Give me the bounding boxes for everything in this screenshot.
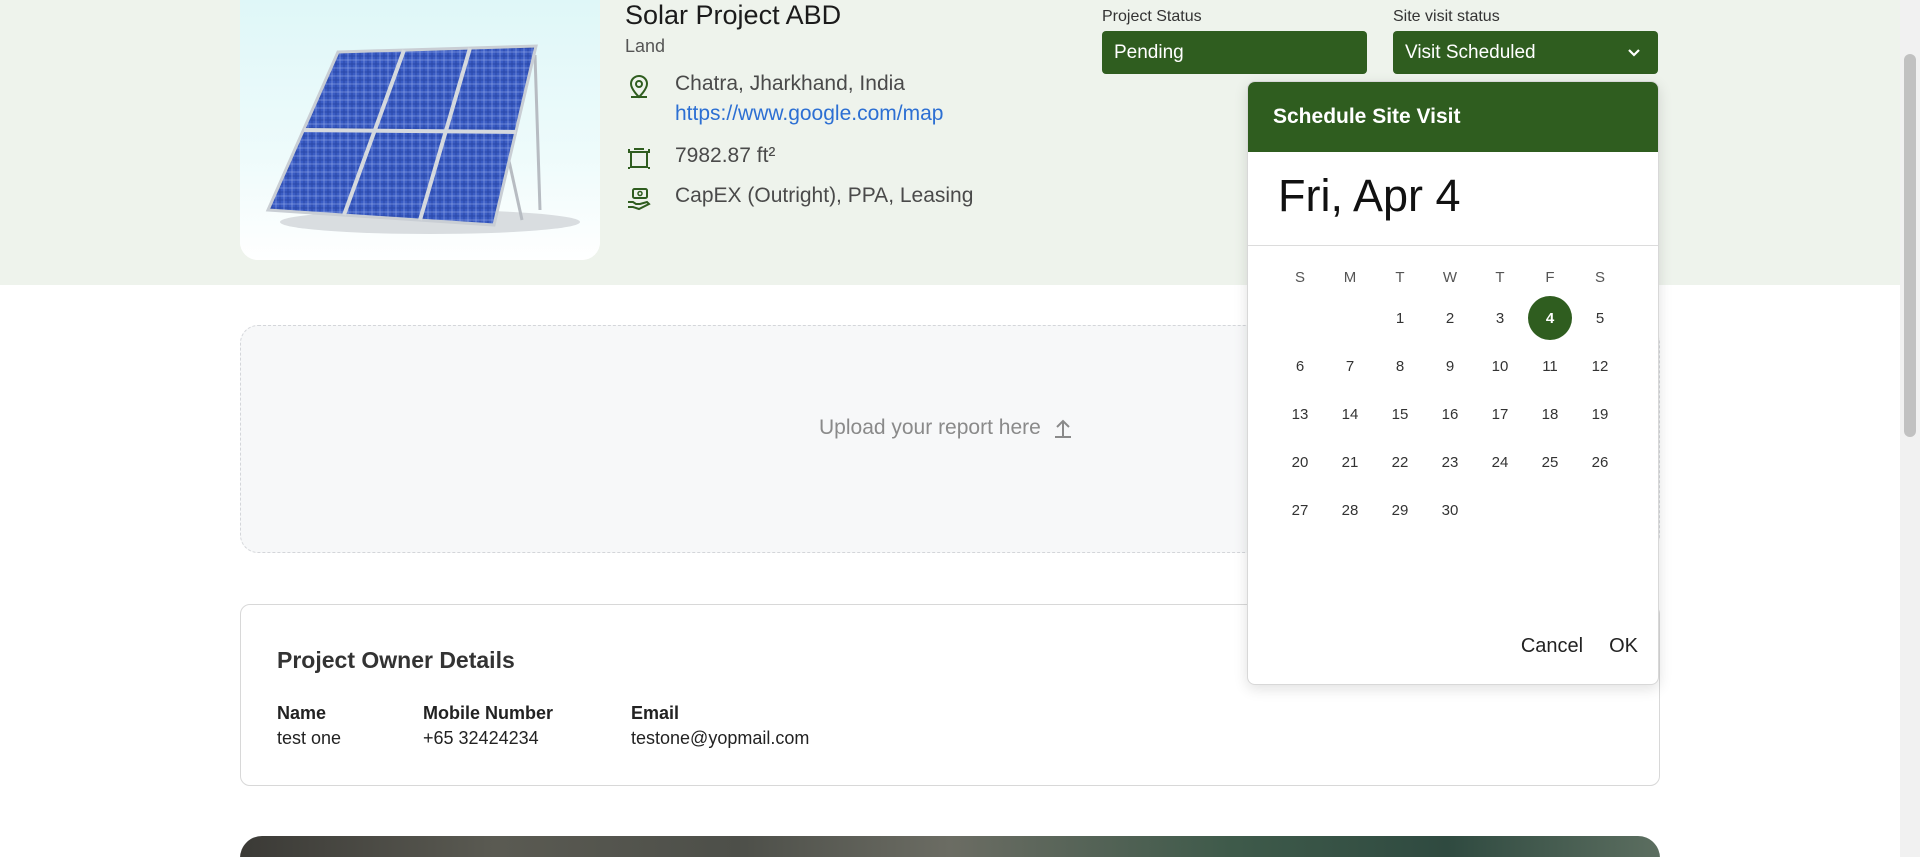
upload-arrow-icon <box>1054 419 1071 438</box>
calendar-empty-cell <box>1325 296 1375 340</box>
calendar-week-row: 12345 <box>1248 294 1658 342</box>
calendar-day[interactable]: 7 <box>1325 344 1375 388</box>
owner-mobile-value: +65 32424234 <box>423 728 539 748</box>
owner-email-field: Email testone@yopmail.com <box>631 703 809 749</box>
ok-button[interactable]: OK <box>1609 635 1638 658</box>
satellite-map[interactable] <box>240 836 1660 857</box>
calendar-day[interactable]: 6 <box>1275 344 1325 388</box>
selected-date-display: Fri, Apr 4 <box>1248 152 1658 246</box>
calendar-day[interactable]: 26 <box>1575 440 1625 484</box>
chevron-down-icon <box>1628 49 1640 57</box>
financing-text: CapEX (Outright), PPA, Leasing <box>675 184 974 207</box>
owner-name-value: test one <box>277 728 342 748</box>
calendar-day[interactable]: 8 <box>1375 344 1425 388</box>
dialog-title: Schedule Site Visit <box>1248 82 1658 152</box>
calendar-day[interactable]: 27 <box>1275 488 1325 532</box>
calendar-day[interactable]: 16 <box>1425 392 1475 436</box>
calendar-day-selected[interactable]: 4 <box>1528 296 1572 340</box>
owner-name-field: Name test one <box>277 703 341 749</box>
weekday-label: T <box>1395 269 1405 286</box>
location-text: Chatra, Jharkhand, India <box>675 72 905 95</box>
owner-mobile-field: Mobile Number +65 32424234 <box>423 703 553 749</box>
weekday-label: F <box>1545 269 1555 286</box>
calendar-day[interactable]: 1 <box>1375 296 1425 340</box>
upload-label: Upload your report here <box>819 416 1041 439</box>
calendar-day[interactable]: 5 <box>1575 296 1625 340</box>
calendar-day[interactable]: 22 <box>1375 440 1425 484</box>
calendar-week-row: 6 7 8 9 10 11 12 <box>1248 342 1658 390</box>
project-status-label: Project Status <box>1102 8 1202 25</box>
cancel-button[interactable]: Cancel <box>1521 635 1583 658</box>
map-link[interactable]: https://www.google.com/map <box>675 99 943 129</box>
calendar-day[interactable]: 12 <box>1575 344 1625 388</box>
calendar-week-row: 27 28 29 30 <box>1248 486 1658 534</box>
calendar-day[interactable]: 30 <box>1425 488 1475 532</box>
calendar-week-row: 20 21 22 23 24 25 26 <box>1248 438 1658 486</box>
weekday-label: M <box>1343 269 1357 286</box>
calendar-day[interactable]: 11 <box>1525 344 1575 388</box>
project-status-select[interactable]: Pending <box>1102 31 1367 74</box>
project-title: Solar Project ABD <box>625 0 842 30</box>
calendar-day[interactable]: 29 <box>1375 488 1425 532</box>
calendar-empty-cell <box>1475 488 1525 532</box>
weekday-label: S <box>1294 269 1305 286</box>
calendar-day[interactable]: 23 <box>1425 440 1475 484</box>
calendar-week-row: 13 14 15 16 17 18 19 <box>1248 390 1658 438</box>
calendar-day[interactable]: 25 <box>1525 440 1575 484</box>
calendar-day[interactable]: 24 <box>1475 440 1525 484</box>
area-text: 7982.87 ft² <box>675 144 776 167</box>
site-visit-status-select[interactable]: Visit Scheduled <box>1393 31 1658 74</box>
calendar-day[interactable]: 14 <box>1325 392 1375 436</box>
site-visit-status-label: Site visit status <box>1393 8 1500 25</box>
schedule-site-visit-dialog: Schedule Site Visit Fri, Apr 4 S M T W T F S 1… <box>1247 81 1659 685</box>
site-visit-status-value: Visit Scheduled <box>1405 42 1536 63</box>
calendar-day[interactable]: 20 <box>1275 440 1325 484</box>
project-type: Land <box>625 36 666 56</box>
calendar-day[interactable]: 19 <box>1575 392 1625 436</box>
area-row: 7982.87 ft² <box>625 141 775 173</box>
map-pin-icon <box>629 74 649 99</box>
page-scrollbar[interactable] <box>1900 0 1920 857</box>
calendar-day[interactable]: 21 <box>1325 440 1375 484</box>
weekday-header: SMTWTFS <box>1248 262 1658 294</box>
calendar-day[interactable]: 13 <box>1275 392 1325 436</box>
calendar-day[interactable]: 10 <box>1475 344 1525 388</box>
weekday-label: W <box>1442 269 1458 286</box>
owner-mobile-label: Mobile Number <box>423 703 554 723</box>
calendar-weeks: 1 2 3 4 5 6 7 8 9 10 11 12 13 14 15 16 17 18 19 20 21 22 23 24 2… <box>1248 294 1658 534</box>
calendar-empty-cell <box>1525 488 1575 532</box>
project-image <box>240 0 600 260</box>
owner-email-label: Email <box>631 703 680 723</box>
owner-email-value: testone@yopmail.com <box>631 728 810 748</box>
owner-name-label: Name <box>277 703 327 723</box>
location-row: Chatra, Jharkhand, India https://www.goo… <box>625 69 943 129</box>
calendar-empty-cell <box>1575 488 1625 532</box>
scrollbar-thumb[interactable] <box>1904 54 1916 437</box>
hand-money-icon <box>628 188 651 211</box>
weekday-label: S <box>1594 269 1605 286</box>
calendar-day[interactable]: 15 <box>1375 392 1425 436</box>
weekday-label: T <box>1495 269 1505 286</box>
calendar-day[interactable]: 17 <box>1475 392 1525 436</box>
calendar-day[interactable]: 28 <box>1325 488 1375 532</box>
owner-section-title: Project Owner Details <box>277 647 515 673</box>
financing-row: CapEX (Outright), PPA, Leasing <box>625 181 973 213</box>
calendar-empty-cell <box>1275 296 1325 340</box>
project-status-value: Pending <box>1114 42 1184 63</box>
calendar-day[interactable]: 9 <box>1425 344 1475 388</box>
area-icon <box>628 148 650 169</box>
calendar-day[interactable]: 2 <box>1425 296 1475 340</box>
calendar-day[interactable]: 3 <box>1475 296 1525 340</box>
calendar-grid: SMTWTFS 1 2 3 4 5 6 7 8 9 10 11 12 13 14 15 16 17 18 19 20 2… <box>1248 262 1658 534</box>
calendar-day[interactable]: 18 <box>1525 392 1575 436</box>
